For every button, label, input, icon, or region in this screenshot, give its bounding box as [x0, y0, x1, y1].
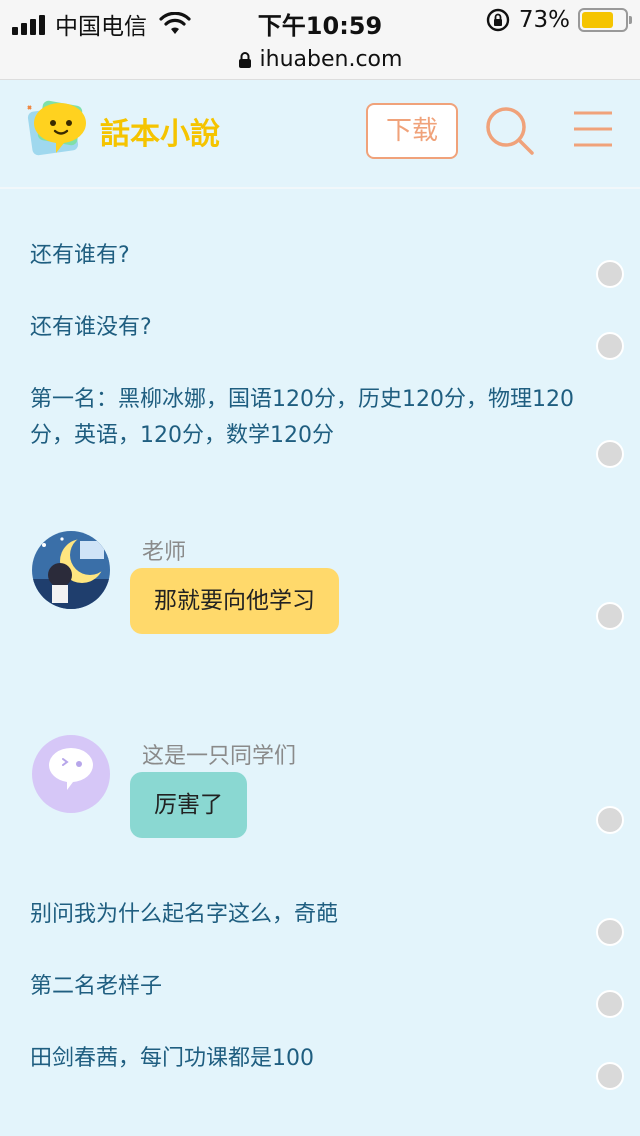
comment-dot[interactable]	[596, 602, 624, 630]
battery-percent: 73%	[518, 7, 570, 33]
story-line: 第一名：黑柳冰娜，国语120分，历史120分，物理120分，英语，120分，数学…	[30, 387, 574, 448]
lock-icon	[238, 51, 251, 68]
avatar-teacher[interactable]	[32, 531, 110, 609]
chat-bubble-icon	[48, 748, 94, 790]
comment-dot[interactable]	[596, 260, 624, 288]
avatar-student[interactable]	[32, 735, 110, 813]
battery-icon	[578, 8, 632, 32]
download-button[interactable]: 下载	[366, 103, 458, 159]
url-bar[interactable]: ihuaben.com	[0, 40, 640, 80]
story-line: 田剑春茜，每门功课都是100	[30, 1046, 314, 1071]
comment-dot[interactable]	[596, 990, 624, 1018]
comment-dot[interactable]	[596, 1062, 624, 1090]
rotation-lock-icon	[486, 8, 510, 32]
story-line: 还有谁有?	[30, 243, 130, 268]
menu-icon[interactable]	[572, 109, 614, 149]
url-text: ihuaben.com	[259, 47, 403, 72]
comment-dot[interactable]	[596, 806, 624, 834]
dialogue-bubble: 厉害了	[130, 772, 247, 838]
story-line: 第二名老样子	[30, 974, 163, 999]
speaker-name: 老师	[142, 540, 187, 565]
teacher-avatar-image	[32, 531, 110, 609]
story-line: 还有谁没有?	[30, 315, 152, 340]
status-bar: 中国电信 下午10:59 73%	[0, 0, 640, 40]
comment-dot[interactable]	[596, 332, 624, 360]
story-line: 别问我为什么起名字这么，奇葩	[30, 902, 339, 927]
site-logo[interactable]: 話本小說	[26, 99, 251, 167]
comment-dot[interactable]	[596, 440, 624, 468]
site-header: 話本小說 下载	[0, 81, 640, 189]
speaker-name: 这是一只同学们	[142, 744, 297, 769]
dialogue-bubble: 那就要向他学习	[130, 568, 339, 634]
logo-text: 話本小說	[100, 117, 220, 152]
comment-dot[interactable]	[596, 918, 624, 946]
search-icon[interactable]	[484, 105, 536, 157]
status-right: 73%	[485, 7, 632, 33]
